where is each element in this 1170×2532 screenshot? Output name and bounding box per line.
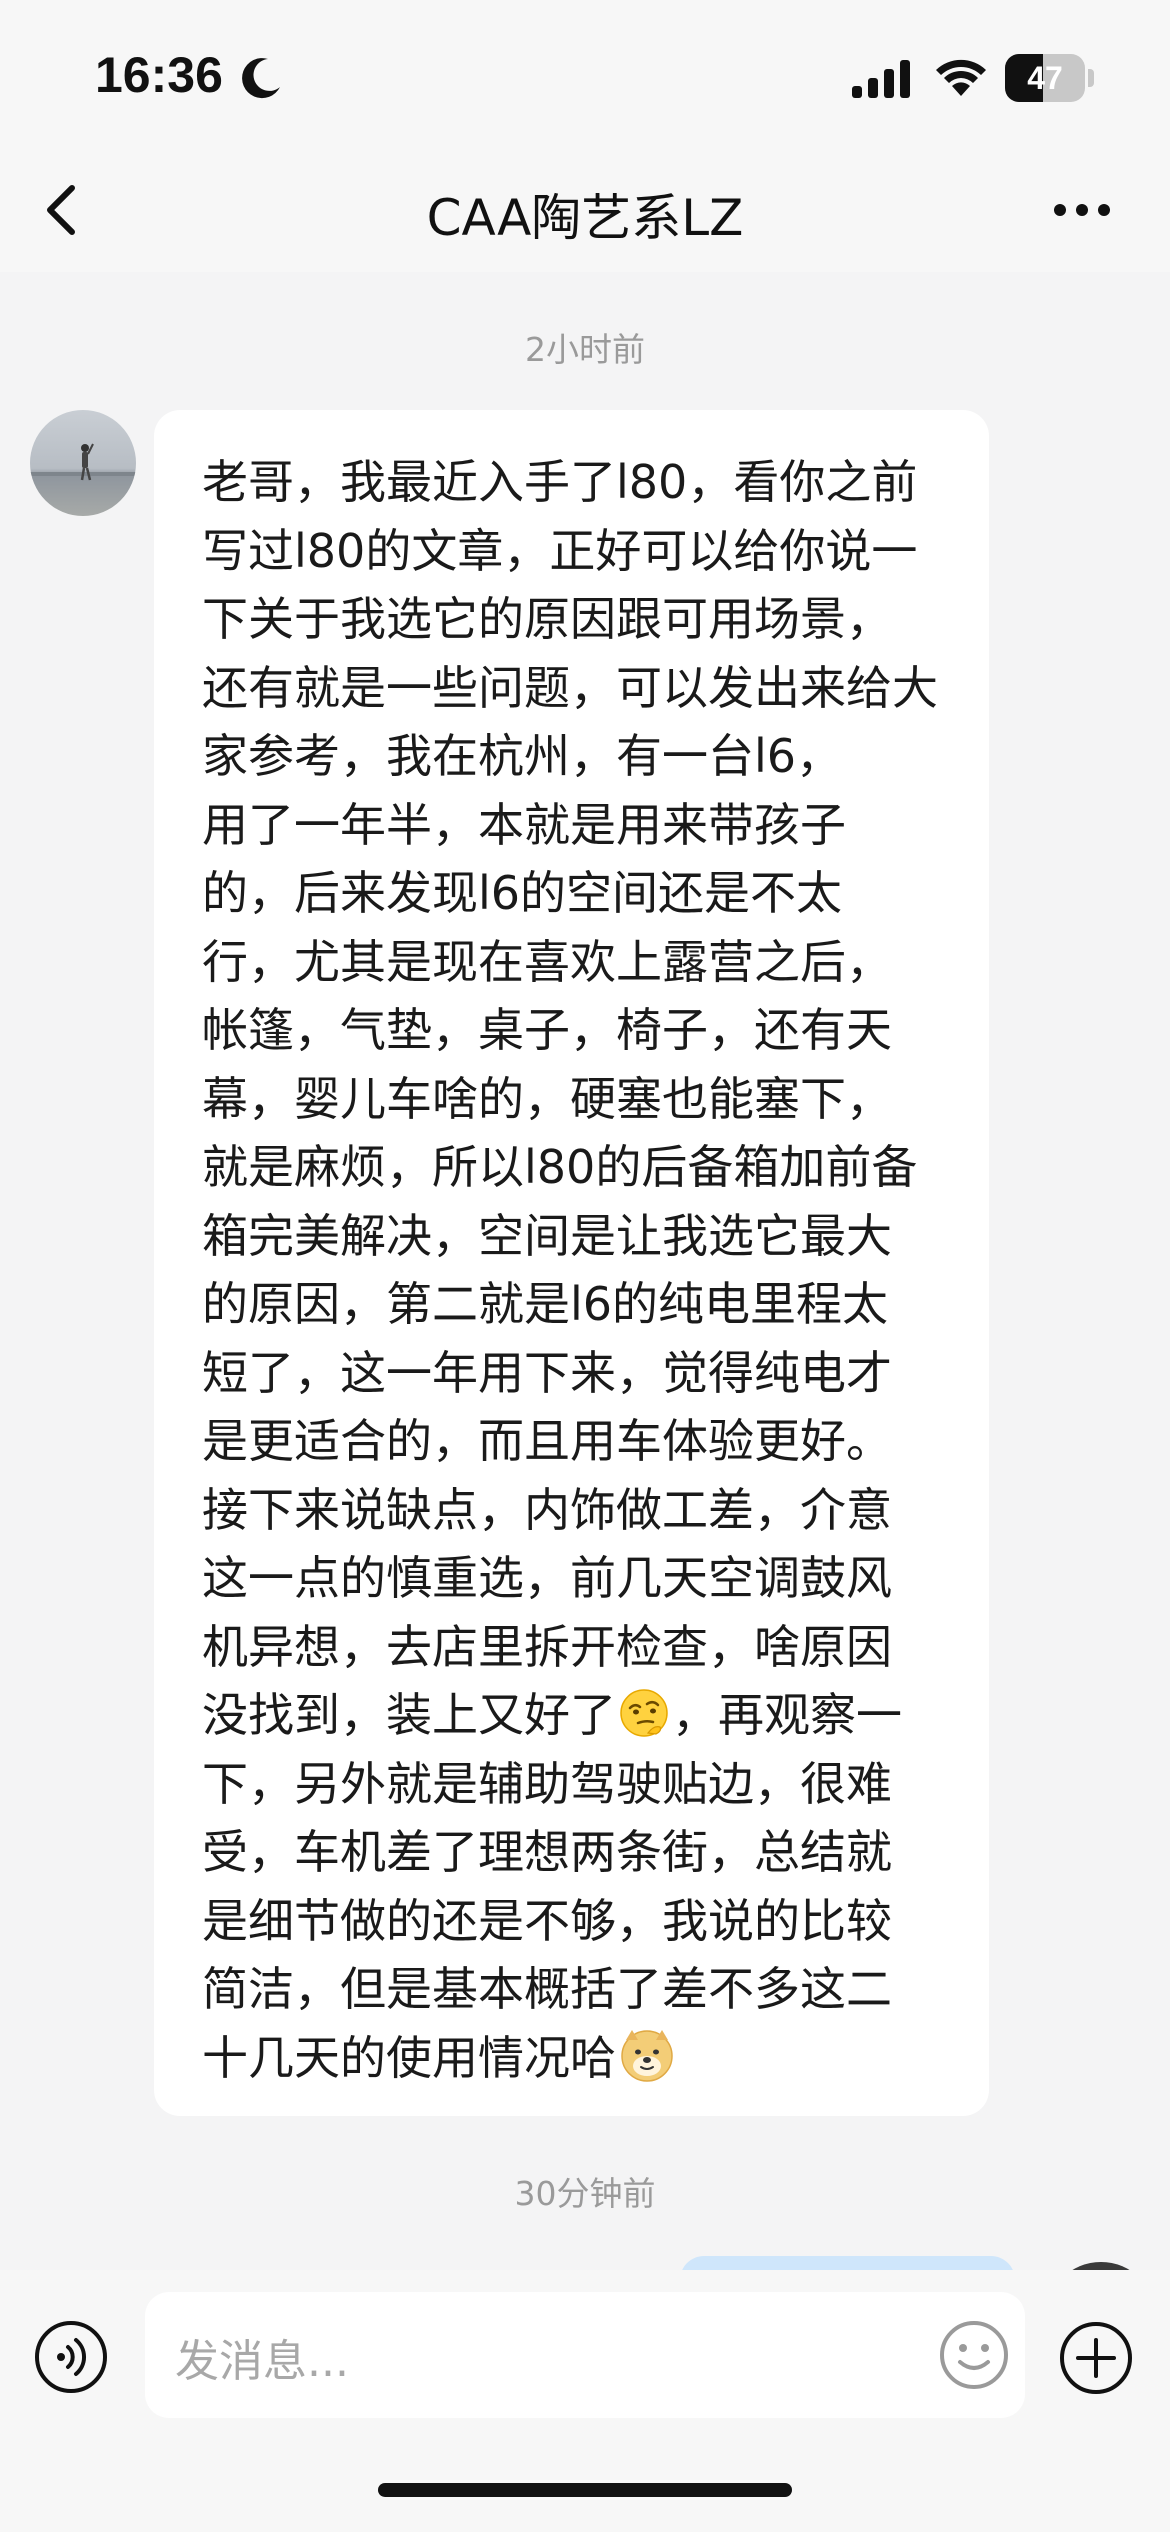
contact-avatar[interactable] [30,410,136,516]
message-timestamp: 30分钟前 [514,2174,656,2213]
moon-icon [242,58,280,99]
battery-icon: 47 [1005,54,1095,102]
thinking-face-emoji [620,1689,668,1737]
doge-emoji [621,2029,673,2082]
voice-icon[interactable] [34,2320,108,2394]
emoji-icon[interactable] [935,2316,1013,2394]
message-text-part2: ，再观察一 下，另外就是辅助驾驶贴边，很难 受，车机差了理想两条街，总结就 是细… [202,1688,902,2085]
chevron-left-icon[interactable] [30,170,100,250]
nav-bar: CAA陶艺系LZ [0,150,1170,272]
message-timestamp: 2小时前 [525,330,645,369]
chat-title: CAA陶艺系LZ [426,189,744,247]
plus-icon[interactable] [1058,2320,1134,2396]
status-bar: 16:36 47 [0,0,1170,150]
status-time: 16:36 [95,47,223,103]
incoming-message-bubble[interactable]: 老哥，我最近入手了l80，看你之前写过l80的文章，正好可以给你说一下关于我选它… [154,410,989,2116]
more-horizontal-icon[interactable] [1040,170,1120,250]
battery-level: 47 [1027,60,1063,96]
message-text-part1: 老哥，我最近入手了l80，看你之前写过l80的文章，正好可以给你说一下关于我选它… [202,455,938,1742]
message-text: 老哥，我最近入手了l80，看你之前写过l80的文章，正好可以给你说一下关于我选它… [202,448,943,2092]
wifi-icon [936,59,986,96]
cellular-signal-icon [852,60,910,98]
message-input[interactable]: 发消息... [145,2292,1025,2418]
message-input-placeholder: 发消息... [175,2336,349,2387]
home-indicator[interactable] [378,2483,792,2497]
